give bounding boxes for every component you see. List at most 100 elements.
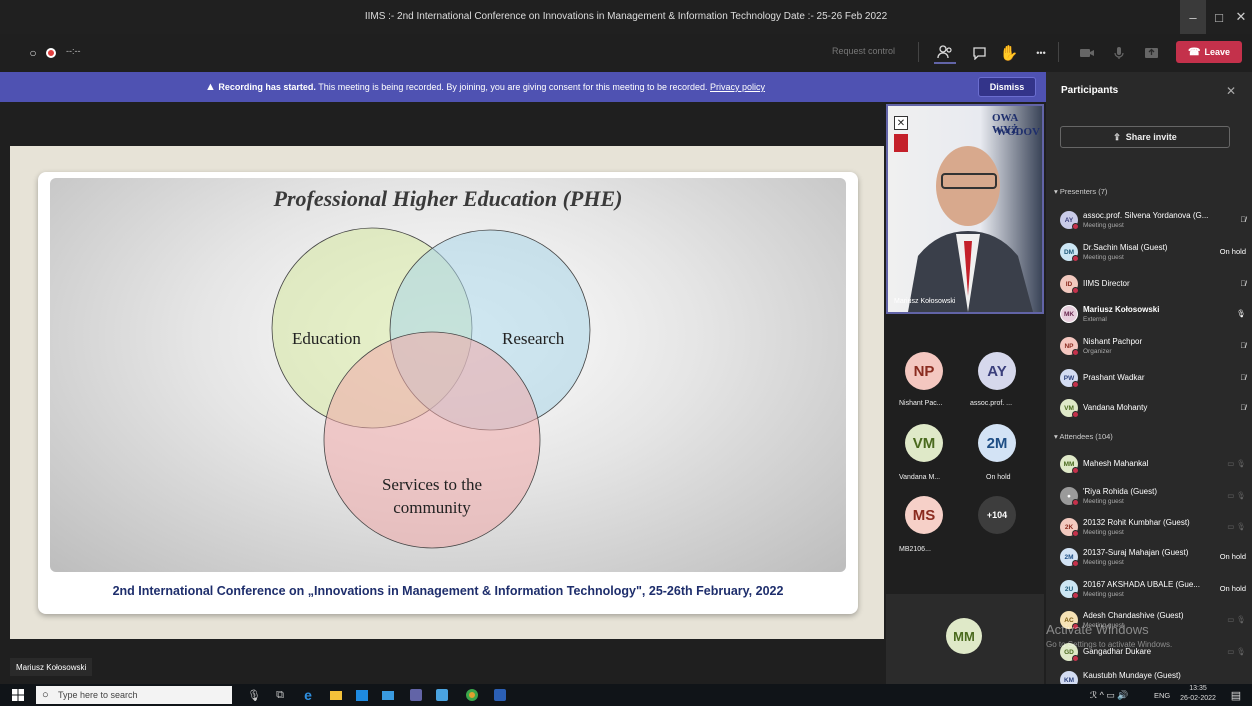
clock-date[interactable]: 26-02-2022: [1176, 695, 1220, 702]
chat-icon[interactable]: [968, 42, 990, 64]
participant-row[interactable]: PW Prashant Wadkar 🎙̸: [1060, 366, 1246, 392]
mic-icon: 🎙: [1236, 309, 1246, 318]
activate-windows-subtext: Go to Settings to activate Windows.: [1046, 640, 1173, 649]
attendees-header[interactable]: ▾ Attendees (104): [1054, 432, 1113, 441]
microphone-icon[interactable]: 🎙: [246, 687, 262, 703]
chrome-icon[interactable]: [464, 687, 480, 703]
participant-row[interactable]: AY assoc.prof. Silvena Yordanova (G... M…: [1060, 208, 1246, 234]
participant-name: Nishant Pachpor: [1083, 337, 1143, 346]
participant-name: Vandana Mohanty: [1083, 403, 1148, 412]
participant-status: On hold: [1219, 247, 1246, 256]
venn-label-education: Education: [292, 329, 361, 348]
teams-icon[interactable]: [408, 687, 424, 703]
participant-row[interactable]: NP Nishant Pachpor Organizer 🎙̸: [1060, 334, 1246, 360]
participant-row[interactable]: DM Dr.Sachin Misal (Guest) Meeting guest…: [1060, 240, 1246, 266]
store-icon[interactable]: [354, 687, 370, 703]
share-screen-icon[interactable]: [1140, 42, 1162, 64]
participant-role: Organizer: [1083, 348, 1112, 355]
participant-name: Dr.Sachin Misal (Guest): [1083, 243, 1168, 252]
participant-row[interactable]: MK Mariusz Kołosowski External 🎙: [1060, 302, 1246, 328]
clock-time[interactable]: 13:35: [1176, 685, 1220, 692]
privacy-policy-link[interactable]: Privacy policy: [710, 82, 765, 92]
tile-label: On hold: [986, 474, 1011, 481]
more-options-icon[interactable]: •••: [1030, 42, 1052, 64]
participant-role: External: [1083, 316, 1107, 323]
participant-name: 20132 Rohit Kumbhar (Guest): [1083, 518, 1190, 527]
participant-name: Kaustubh Mundaye (Guest): [1083, 671, 1181, 680]
participant-row[interactable]: 2U 20167 AKSHADA UBALE (Gue... Meeting g…: [1060, 577, 1246, 603]
notification-icon[interactable]: ▤: [1228, 687, 1244, 703]
recording-text: This meeting is being recorded. By joini…: [315, 82, 710, 92]
participant-name: assoc.prof. Silvena Yordanova (G...: [1083, 211, 1209, 220]
participant-row[interactable]: ID IIMS Director 🎙̸: [1060, 272, 1246, 298]
warning-icon: ▲: [205, 81, 216, 93]
mic-muted-icon: 🎙̸: [1240, 403, 1246, 412]
presenters-header[interactable]: ▾ Presenters (7): [1054, 187, 1107, 196]
mail-icon[interactable]: [380, 687, 396, 703]
overflow-tile[interactable]: +104: [978, 496, 1016, 534]
participant-row[interactable]: MM Mahesh Mahankal ▭ 🎙: [1060, 452, 1246, 478]
tile-avatar[interactable]: VM: [905, 424, 943, 462]
phone-icon: ☎: [1188, 46, 1201, 58]
tile-avatar[interactable]: MM: [946, 618, 982, 654]
close-window-button[interactable]: ✕: [1228, 0, 1252, 34]
status-dot: [1072, 592, 1079, 599]
edge-browser-icon[interactable]: e: [300, 687, 316, 703]
presenter-video[interactable]: OWA WYŻ WODOV ✕ Mariusz Kołosowski: [886, 104, 1044, 314]
participant-name: 20137-Suraj Mahajan (Guest): [1083, 548, 1189, 557]
tray-icons[interactable]: ℛ ^ ▭ 🔊: [1090, 690, 1129, 701]
leave-label: Leave: [1204, 47, 1230, 57]
request-control-button[interactable]: Request control: [832, 46, 895, 56]
camera-off-icon[interactable]: [1076, 42, 1098, 64]
participant-role: Meeting guest: [1083, 559, 1124, 566]
participant-name: Mahesh Mahankal: [1083, 459, 1149, 468]
activate-windows-watermark: Activate Windows: [1046, 622, 1149, 637]
close-panel-icon[interactable]: ✕: [1226, 84, 1236, 98]
participant-name: Prashant Wadkar: [1083, 373, 1145, 382]
word-icon[interactable]: [492, 687, 508, 703]
dismiss-button[interactable]: Dismiss: [978, 77, 1036, 97]
tile-label: Vandana M...: [899, 474, 941, 481]
task-view-icon[interactable]: ⧉: [272, 687, 288, 703]
participant-row[interactable]: 2K 20132 Rohit Kumbhar (Guest) Meeting g…: [1060, 515, 1246, 541]
mic-off-icon[interactable]: [1108, 42, 1130, 64]
tile-avatar[interactable]: 2M: [978, 424, 1016, 462]
status-dot: [1072, 655, 1079, 662]
mic-muted-icon: 🎙̸: [1240, 279, 1246, 288]
tile-avatar[interactable]: NP: [905, 352, 943, 390]
share-icon: ⇪: [1113, 131, 1121, 142]
recording-bold: Recording has started.: [218, 82, 316, 92]
windows-start-icon[interactable]: [10, 687, 26, 703]
app-icon[interactable]: [434, 687, 450, 703]
tile-avatar[interactable]: AY: [978, 352, 1016, 390]
recording-indicator-icon: [40, 42, 62, 64]
participant-row[interactable]: ● 'Riya Rohida (Guest) Meeting guest ▭ 🎙: [1060, 484, 1246, 510]
status-dot: [1072, 467, 1079, 474]
mic-muted-icon: 🎙̸: [1240, 373, 1246, 382]
tile-label: Nishant Pac...: [899, 400, 943, 407]
toolbar-divider: [1058, 42, 1059, 62]
tile-avatar[interactable]: MS: [905, 496, 943, 534]
taskbar-search-input[interactable]: ○ Type here to search: [36, 686, 232, 704]
camera-mic-off-icons: ▭ 🎙: [1227, 491, 1246, 500]
raise-hand-icon[interactable]: ✋: [998, 42, 1020, 64]
venn-label-services-2: community: [393, 498, 471, 517]
leave-button[interactable]: ☎ Leave: [1176, 41, 1242, 63]
tile-label: assoc.prof. ...: [970, 400, 1013, 407]
participant-row[interactable]: KM Kaustubh Mundaye (Guest): [1060, 668, 1246, 684]
file-explorer-icon[interactable]: [328, 687, 344, 703]
status-dot: [1072, 499, 1079, 506]
venn-label-services-1: Services to the: [381, 475, 483, 494]
participants-icon[interactable]: [934, 42, 956, 64]
language-indicator[interactable]: ENG: [1154, 691, 1170, 700]
minimize-button[interactable]: –: [1180, 0, 1206, 34]
search-placeholder: Type here to search: [58, 690, 138, 700]
camera-mic-off-icons: ▭ 🎙: [1227, 615, 1246, 624]
share-invite-button[interactable]: ⇪ Share invite: [1060, 126, 1230, 148]
participant-row[interactable]: VM Vandana Mohanty 🎙̸: [1060, 396, 1246, 422]
status-dot: [1072, 381, 1079, 388]
participant-row[interactable]: 2M 20137-Suraj Mahajan (Guest) Meeting g…: [1060, 545, 1246, 571]
participant-role: Meeting guest: [1083, 591, 1124, 598]
status-dot: [1072, 255, 1079, 262]
person-silhouette: [908, 146, 1033, 312]
